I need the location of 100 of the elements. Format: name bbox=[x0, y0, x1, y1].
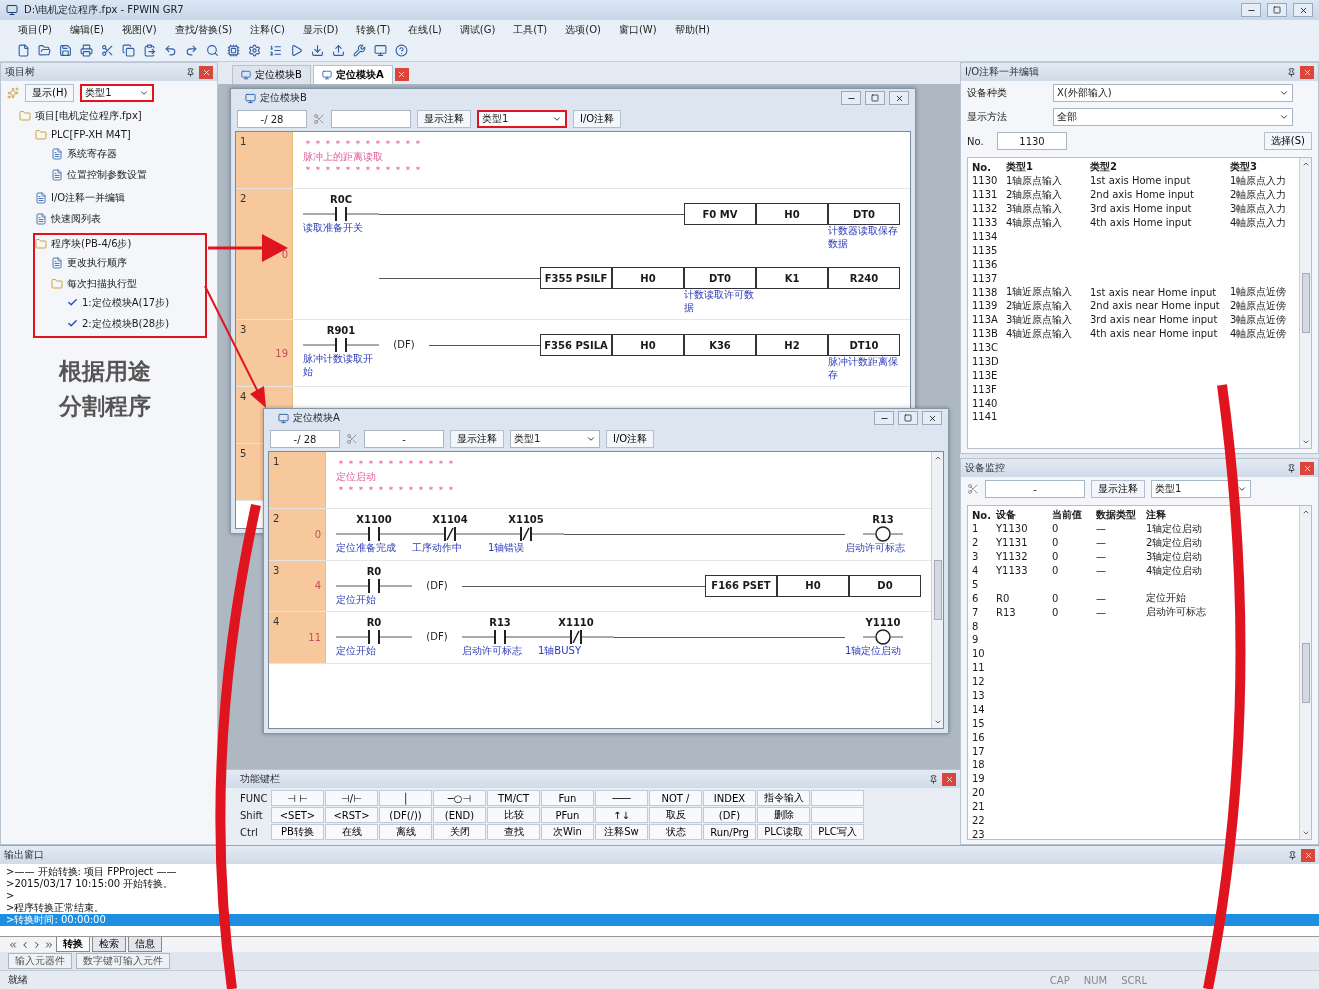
output-tab[interactable]: 信息 bbox=[128, 937, 162, 952]
search-field[interactable]: - bbox=[364, 430, 444, 448]
tree-item[interactable]: 快速阅列表 bbox=[51, 211, 101, 226]
function-key[interactable]: <RST> bbox=[325, 807, 378, 823]
menu-item[interactable]: 显示(D) bbox=[300, 23, 341, 37]
pin-icon[interactable] bbox=[1288, 850, 1297, 860]
io-comment-button[interactable]: I/O注释 bbox=[606, 430, 655, 448]
tree-item[interactable]: 2:定位模块B(28步) bbox=[82, 316, 170, 331]
function-key[interactable]: PLC写入 bbox=[811, 824, 864, 840]
menu-item[interactable]: 视图(V) bbox=[119, 23, 159, 37]
menu-item[interactable]: 编辑(E) bbox=[67, 23, 106, 37]
function-key[interactable]: INDEX bbox=[703, 790, 756, 806]
output-tab[interactable]: 检索 bbox=[92, 937, 126, 952]
printer-button[interactable] bbox=[77, 41, 95, 60]
function-key[interactable]: PB转换 bbox=[271, 824, 324, 840]
function-key[interactable]: ⊣/⊢ bbox=[325, 790, 378, 806]
input-field[interactable]: 数字键可输入元件 bbox=[76, 953, 170, 969]
function-key[interactable]: NOT / bbox=[649, 790, 702, 806]
function-key[interactable]: 查找 bbox=[487, 824, 540, 840]
tree-item[interactable]: 程序块(PB-4/6步) bbox=[51, 236, 132, 251]
close-button[interactable] bbox=[1293, 3, 1313, 17]
menu-item[interactable]: 窗口(W) bbox=[616, 23, 659, 37]
chip-button[interactable] bbox=[224, 41, 242, 60]
pin-icon[interactable] bbox=[1287, 463, 1296, 473]
document-tab[interactable]: 定位模块A bbox=[312, 65, 393, 84]
maximize-button[interactable] bbox=[1267, 3, 1287, 17]
tree-item[interactable]: 项目[电机定位程序.fpx] bbox=[35, 108, 142, 123]
function-key[interactable]: 状态 bbox=[649, 824, 702, 840]
function-key[interactable]: 删除 bbox=[757, 807, 810, 823]
scrollbar[interactable] bbox=[1299, 158, 1311, 448]
number-field[interactable]: 1130 bbox=[997, 132, 1067, 150]
function-key[interactable]: TM/CT bbox=[487, 790, 540, 806]
search-field[interactable] bbox=[331, 110, 411, 128]
scroll-thumb[interactable] bbox=[1301, 642, 1310, 703]
io-comment-button[interactable]: I/O注释 bbox=[573, 110, 622, 128]
type-dropdown[interactable]: 类型1 bbox=[1151, 480, 1251, 498]
scrollbar[interactable] bbox=[1299, 506, 1311, 839]
close-button[interactable] bbox=[922, 411, 942, 425]
function-key[interactable]: 离线 bbox=[379, 824, 432, 840]
function-key[interactable]: (DF(/)) bbox=[379, 807, 432, 823]
function-key[interactable]: ─○⊣ bbox=[433, 790, 486, 806]
type-dropdown[interactable]: 类型1 bbox=[510, 430, 600, 448]
menu-item[interactable]: 工具(T) bbox=[511, 23, 550, 37]
document-tab[interactable]: 定位模块B bbox=[232, 65, 311, 84]
display-button[interactable]: 显示(H) bbox=[25, 84, 75, 102]
tree-item[interactable]: 位置控制参数设置 bbox=[67, 167, 147, 182]
step-field[interactable]: -/ 28 bbox=[270, 430, 340, 448]
menu-item[interactable]: 查找/替换(S) bbox=[172, 23, 235, 37]
function-key[interactable]: ⊣ ⊢ bbox=[271, 790, 324, 806]
search-field[interactable]: - bbox=[985, 480, 1085, 498]
help-button[interactable] bbox=[392, 41, 410, 60]
menu-item[interactable]: 注释(C) bbox=[248, 23, 287, 37]
display-method-dropdown[interactable]: 全部 bbox=[1053, 108, 1293, 126]
scrollbar[interactable] bbox=[931, 452, 943, 728]
minimize-button[interactable] bbox=[1241, 3, 1261, 17]
function-key[interactable]: (DF) bbox=[703, 807, 756, 823]
tree-item[interactable]: 更改执行顺序 bbox=[67, 255, 127, 270]
output-tab[interactable]: 转换 bbox=[56, 937, 90, 952]
next-icon[interactable] bbox=[32, 939, 42, 950]
function-key[interactable]: (END) bbox=[433, 807, 486, 823]
tree-item[interactable]: I/O注释一并编辑 bbox=[51, 190, 126, 205]
function-key[interactable]: <SET> bbox=[271, 807, 324, 823]
minimize-button[interactable] bbox=[874, 411, 894, 425]
function-key[interactable]: Run/Prg bbox=[703, 824, 756, 840]
menu-item[interactable]: 帮助(H) bbox=[672, 23, 712, 37]
show-comment-button[interactable]: 显示注释 bbox=[1091, 480, 1145, 498]
menu-item[interactable]: 调试(G) bbox=[457, 23, 498, 37]
pin-icon[interactable] bbox=[186, 67, 195, 77]
function-key[interactable]: 注释Sw bbox=[595, 824, 648, 840]
menu-item[interactable]: 转换(T) bbox=[354, 23, 393, 37]
minimize-button[interactable] bbox=[841, 91, 861, 105]
function-key[interactable]: PLC读取 bbox=[757, 824, 810, 840]
scroll-thumb[interactable] bbox=[1301, 273, 1310, 333]
function-key[interactable]: 在线 bbox=[325, 824, 378, 840]
select-button[interactable]: 选择(S) bbox=[1263, 132, 1312, 150]
function-key[interactable]: 关闭 bbox=[433, 824, 486, 840]
close-button[interactable] bbox=[889, 91, 909, 105]
tree-item[interactable]: 每次扫描执行型 bbox=[67, 276, 137, 291]
show-comment-button[interactable]: 显示注释 bbox=[417, 110, 471, 128]
tree-item[interactable]: 系统寄存器 bbox=[67, 146, 117, 161]
input-field[interactable]: 输入元器件 bbox=[8, 953, 72, 969]
tree-item[interactable]: 1:定位模块A(17步) bbox=[82, 295, 170, 310]
function-key[interactable]: ─── bbox=[595, 790, 648, 806]
function-key[interactable]: 指令输入 bbox=[757, 790, 810, 806]
function-key[interactable]: 次Win bbox=[541, 824, 594, 840]
function-key[interactable]: 取反 bbox=[649, 807, 702, 823]
pin-icon[interactable] bbox=[1287, 67, 1296, 77]
function-key[interactable]: PFun bbox=[541, 807, 594, 823]
copy-button[interactable] bbox=[119, 41, 137, 60]
menu-item[interactable]: 选项(O) bbox=[563, 23, 603, 37]
scroll-thumb[interactable] bbox=[933, 560, 942, 620]
first-page-icon[interactable] bbox=[8, 939, 18, 950]
function-key[interactable]: │ bbox=[379, 790, 432, 806]
display-dropdown[interactable]: 类型1 bbox=[80, 84, 155, 102]
last-page-icon[interactable] bbox=[44, 939, 54, 950]
pin-icon[interactable] bbox=[929, 774, 938, 784]
show-comment-button[interactable]: 显示注释 bbox=[450, 430, 504, 448]
function-key[interactable]: Fun bbox=[541, 790, 594, 806]
tree-item[interactable]: PLC[FP-XH M4T] bbox=[51, 129, 131, 140]
previous-icon[interactable] bbox=[20, 939, 30, 950]
